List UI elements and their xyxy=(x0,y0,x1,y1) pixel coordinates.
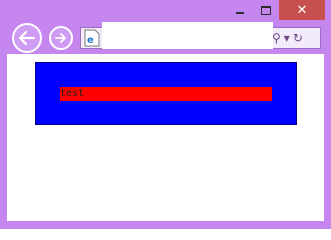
search-icon[interactable]: ⚲ xyxy=(272,28,281,48)
back-button[interactable] xyxy=(12,23,42,53)
maximize-icon xyxy=(261,5,271,15)
refresh-icon[interactable]: ↻ xyxy=(293,28,303,48)
forward-arrow-icon xyxy=(55,33,66,43)
close-icon: ✕ xyxy=(296,2,308,18)
page-viewport: test xyxy=(7,54,324,221)
address-tools: ⚲ ▾ ↻ xyxy=(272,28,303,48)
red-bar: test xyxy=(60,87,272,101)
minimize-icon xyxy=(236,12,244,14)
forward-button[interactable] xyxy=(49,26,73,50)
chevron-down-icon[interactable]: ▾ xyxy=(284,28,290,48)
maximize-button[interactable] xyxy=(253,0,279,20)
back-arrow-icon xyxy=(19,31,35,45)
ie-page-icon: e xyxy=(84,29,100,47)
svg-text:e: e xyxy=(87,35,94,46)
blue-box: test xyxy=(35,62,297,125)
close-button[interactable]: ✕ xyxy=(279,0,325,20)
browser-window: ✕ e ⚲ ▾ ↻ test xyxy=(0,0,331,229)
address-input[interactable] xyxy=(102,22,273,49)
minimize-button[interactable] xyxy=(228,0,252,20)
